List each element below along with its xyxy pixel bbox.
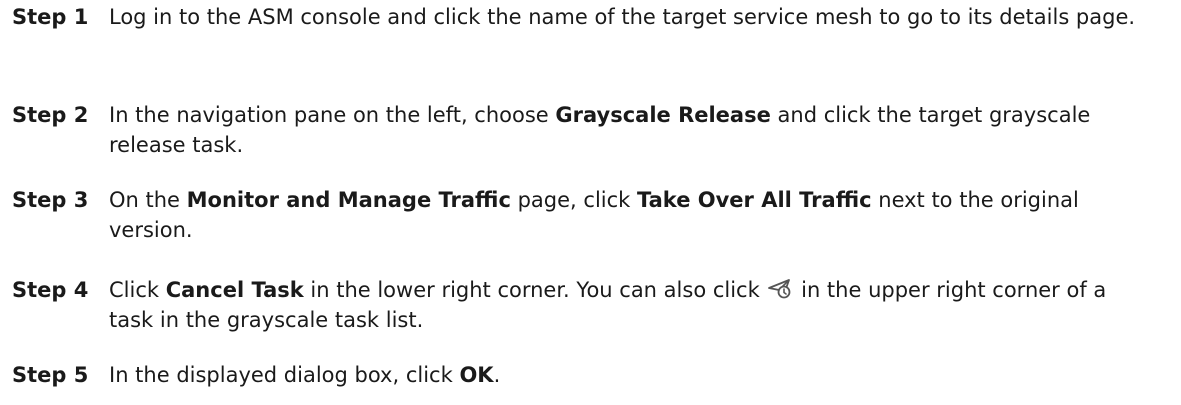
ui-term-grayscale-release: Grayscale Release: [555, 103, 771, 127]
cancel-task-icon: [767, 277, 793, 301]
step-text-part: On the: [109, 188, 187, 212]
step-5: Step 5 In the displayed dialog box, clic…: [12, 360, 1169, 390]
step-2: Step 2 In the navigation pane on the lef…: [12, 100, 1169, 160]
step-label: Step 3: [12, 188, 89, 212]
step-label: Step 2: [12, 103, 89, 127]
step-text-part: Click: [109, 278, 166, 302]
step-text: In the displayed dialog box, click OK.: [109, 360, 1169, 390]
ui-term-monitor-and-manage-traffic: Monitor and Manage Traffic: [186, 188, 511, 212]
step-text-part: page, click: [510, 188, 637, 212]
step-4: Step 4 Click Cancel Task in the lower ri…: [12, 275, 1169, 335]
step-text-part: In the displayed dialog box, click: [109, 363, 460, 387]
step-text: Click Cancel Task in the lower right cor…: [109, 275, 1169, 335]
ui-term-cancel-task: Cancel Task: [165, 278, 304, 302]
procedure-steps: Step 1 Log in to the ASM console and cli…: [0, 0, 1181, 405]
step-1: Step 1 Log in to the ASM console and cli…: [12, 2, 1169, 32]
step-text: Log in to the ASM console and click the …: [109, 5, 1136, 29]
ui-term-ok: OK: [459, 363, 494, 387]
step-text: On the Monitor and Manage Traffic page, …: [109, 185, 1169, 245]
step-text-part: in the lower right corner. You can also …: [303, 278, 767, 302]
step-label: Step 1: [12, 5, 89, 29]
ui-term-take-over-all-traffic: Take Over All Traffic: [637, 188, 872, 212]
step-text: In the navigation pane on the left, choo…: [109, 100, 1169, 160]
step-3: Step 3 On the Monitor and Manage Traffic…: [12, 185, 1169, 245]
step-label: Step 4: [12, 278, 89, 302]
step-label: Step 5: [12, 363, 89, 387]
step-text-part: .: [493, 363, 501, 387]
step-text-part: In the navigation pane on the left, choo…: [109, 103, 556, 127]
